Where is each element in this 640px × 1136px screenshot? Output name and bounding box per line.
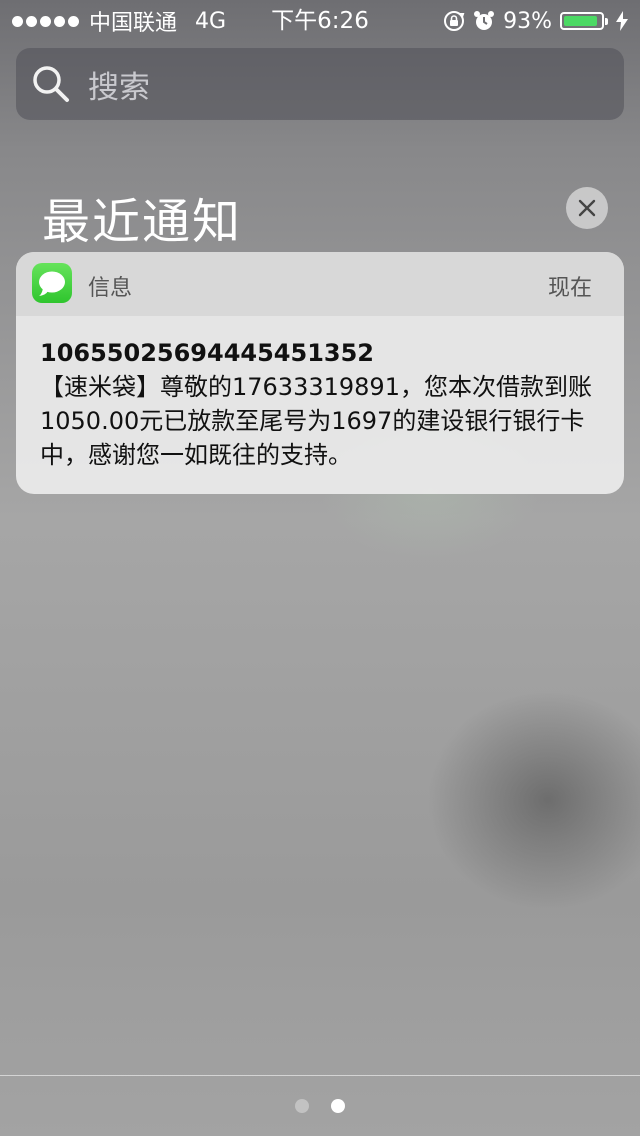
recent-notifications-title: 最近通知 — [42, 194, 243, 250]
search-field[interactable]: 搜索 — [16, 48, 624, 120]
search-icon — [33, 66, 69, 102]
search-placeholder: 搜索 — [88, 69, 150, 106]
messages-icon — [32, 263, 72, 303]
notification-app-name: 信息 — [88, 276, 133, 301]
notification-message: 【速米袋】尊敬的17633319891，您本次借款到账1050.00元已放款至尾… — [40, 373, 592, 469]
notification-time: 现在 — [547, 276, 592, 301]
notification-card[interactable]: 信息 现在 10655025694445451352 【速米袋】尊敬的17633… — [16, 252, 624, 494]
notification-body: 10655025694445451352 【速米袋】尊敬的17633319891… — [16, 316, 624, 472]
page-dot-2 — [331, 1099, 345, 1113]
close-icon — [578, 199, 596, 217]
clear-notifications-button[interactable] — [566, 187, 608, 229]
battery-percent: 93% — [503, 8, 552, 34]
notification-sender: 10655025694445451352 — [40, 339, 374, 367]
dock-divider — [0, 1075, 640, 1076]
alarm-icon — [474, 11, 495, 30]
status-right: 93% — [443, 7, 628, 35]
battery-fill — [564, 16, 598, 26]
blurred-wallpaper — [0, 0, 640, 1136]
status-bar: 中国联通 4G 下午6:26 93% — [0, 0, 640, 40]
rotation-lock-icon — [444, 11, 465, 31]
page-dot-1 — [295, 1099, 309, 1113]
notification-header: 信息 现在 — [16, 252, 624, 316]
charging-bolt-icon — [616, 11, 628, 31]
page-indicator[interactable] — [0, 1099, 640, 1113]
battery-icon — [560, 12, 608, 30]
